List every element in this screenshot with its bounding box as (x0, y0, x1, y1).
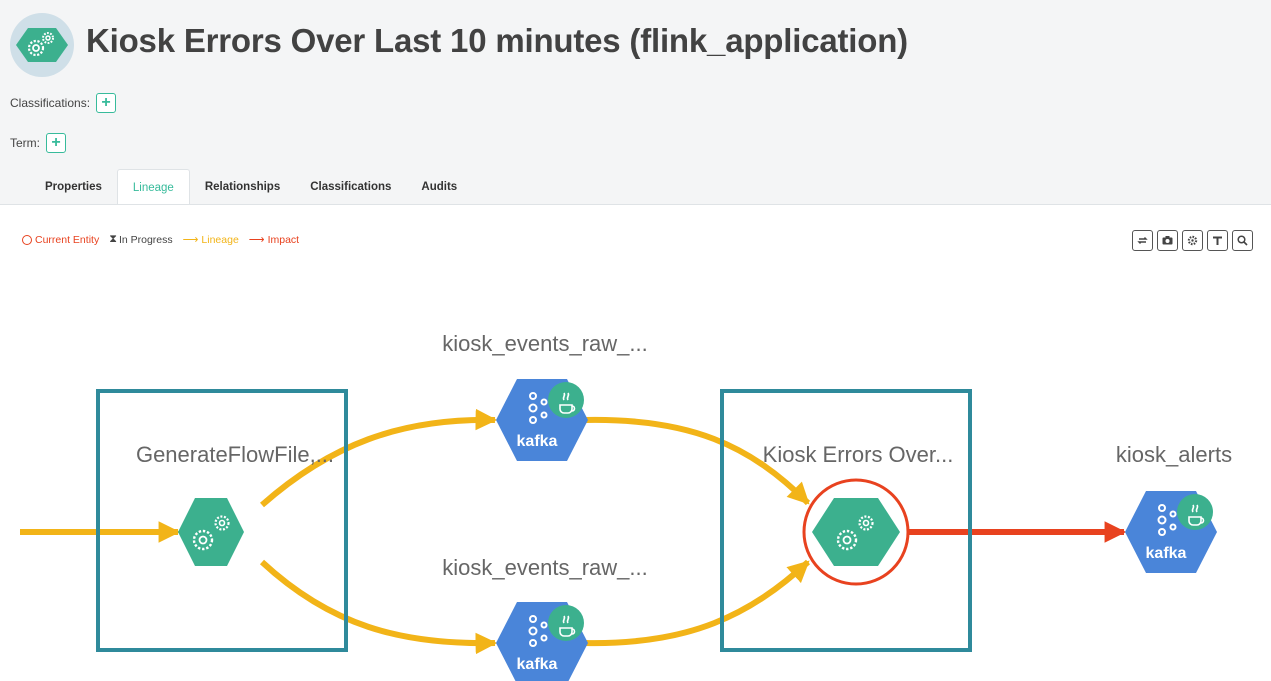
node-label: kiosk_events_raw_... (442, 331, 647, 356)
node-label: kiosk_alerts (1116, 442, 1232, 467)
kafka-topic-node-kiosk-alerts[interactable]: kafka (1125, 491, 1217, 573)
circle-icon (22, 234, 32, 245)
lineage-toolbar (1128, 230, 1253, 251)
legend-impact: ⟶ Impact (248, 233, 300, 247)
tab-divider (0, 204, 1271, 205)
page-title: Kiosk Errors Over Last 10 minutes (flink… (86, 22, 908, 59)
tab-relationships[interactable]: Relationships (190, 169, 295, 205)
tab-classifications[interactable]: Classifications (295, 169, 406, 205)
entity-header: Kiosk Errors Over Last 10 minutes (flink… (0, 0, 1271, 205)
tab-lineage[interactable]: Lineage (116, 169, 190, 205)
settings-button[interactable] (1182, 230, 1203, 251)
node-label: GenerateFlowFile,... (136, 442, 334, 467)
kafka-label: kafka (1146, 545, 1187, 562)
tab-properties[interactable]: Properties (30, 169, 117, 205)
process-node-current[interactable] (802, 478, 910, 586)
kafka-label: kafka (517, 433, 558, 450)
tab-audits[interactable]: Audits (406, 169, 472, 205)
plus-icon: + (51, 134, 61, 151)
plus-icon: + (101, 94, 111, 111)
kafka-topic-node-top[interactable]: kafka (496, 379, 588, 461)
camera-icon (1162, 236, 1173, 245)
search-button[interactable] (1232, 230, 1253, 251)
node-label: kiosk_events_raw_... (442, 555, 647, 580)
legend-in-progress: ⧗ In Progress (109, 233, 173, 246)
export-image-button[interactable] (1157, 230, 1178, 251)
entity-type-icon (10, 13, 74, 77)
entity-tabs: Properties Lineage Relationships Classif… (30, 169, 472, 205)
refresh-button[interactable] (1132, 230, 1153, 251)
arrow-right-icon: ⟶ (248, 234, 265, 246)
filter-icon (1213, 236, 1222, 245)
node-label: Kiosk Errors Over... (763, 442, 954, 467)
classifications-label: Classifications: (10, 96, 91, 110)
legend-current-entity: Current Entity (22, 234, 99, 246)
term-row: Term: + (10, 133, 66, 153)
classifications-row: Classifications: + (10, 93, 117, 113)
add-term-button[interactable]: + (46, 133, 66, 153)
arrow-right-icon: ⟶ (182, 234, 199, 246)
search-icon (1237, 235, 1248, 246)
term-label: Term: (10, 136, 40, 150)
hourglass-icon: ⧗ (109, 233, 117, 245)
lineage-legend: Current Entity ⧗ In Progress ⟶ Lineage ⟶… (22, 233, 309, 246)
lineage-graph: GenerateFlowFile,... kiosk_events_raw_..… (20, 331, 1232, 681)
add-classification-button[interactable]: + (96, 93, 117, 113)
kafka-topic-node-bottom[interactable]: kafka (496, 602, 588, 681)
gears-icon (16, 28, 68, 62)
kafka-label: kafka (517, 656, 558, 673)
legend-lineage: ⟶ Lineage (182, 233, 239, 247)
settings-icon (1187, 235, 1198, 246)
refresh-icon (1137, 237, 1148, 244)
filter-button[interactable] (1207, 230, 1228, 251)
process-node-generateflowfile[interactable] (178, 498, 244, 566)
